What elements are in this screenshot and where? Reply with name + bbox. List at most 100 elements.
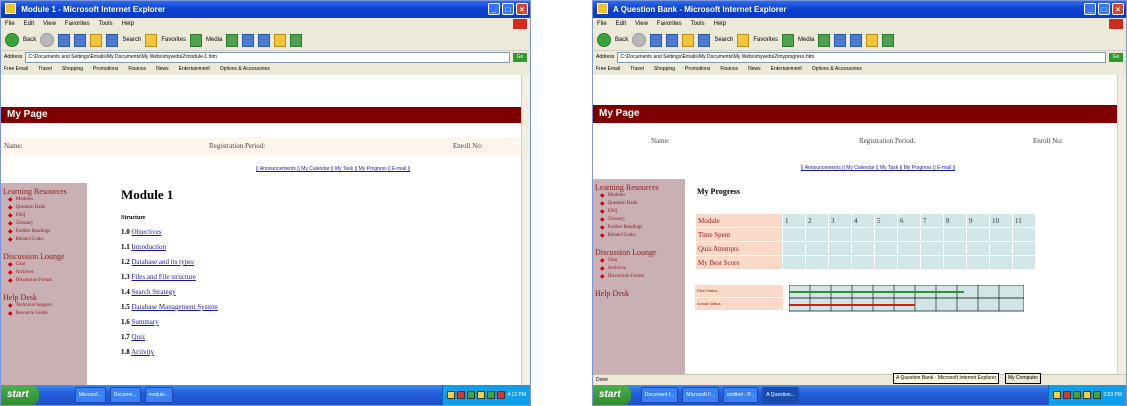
search-icon[interactable] <box>698 33 711 47</box>
item-link[interactable]: Database and its types <box>132 258 194 266</box>
menu-file[interactable]: File <box>597 18 607 30</box>
go-button[interactable]: Go <box>1109 52 1123 62</box>
menu-view[interactable]: View <box>635 18 648 30</box>
link-shopping[interactable]: Shopping <box>654 66 675 72</box>
item-link[interactable]: Database Management System <box>132 303 218 311</box>
menu-favorites[interactable]: Favorites <box>65 18 90 30</box>
sidebar-item-question-bank[interactable]: ◆ Question Bank <box>1 204 87 212</box>
item-link[interactable]: Introduction <box>132 243 167 251</box>
forward-arrow-icon[interactable] <box>40 33 55 47</box>
favorites-label[interactable]: Favorites <box>753 37 778 43</box>
media-label[interactable]: Media <box>206 37 222 43</box>
address-input[interactable]: C:\Documents and Settings\Emalis\My Docu… <box>25 51 510 63</box>
close-button[interactable]: × <box>516 3 528 15</box>
tray-icon[interactable] <box>1083 391 1092 399</box>
search-label[interactable]: Search <box>714 37 733 43</box>
tray-icon[interactable] <box>467 391 476 399</box>
sidebar-item-chat[interactable]: ◆ Chat <box>1 261 87 269</box>
sidebar-item-resource-guide[interactable]: ◆ Resource Guide <box>1 310 87 318</box>
favorites-star-icon[interactable] <box>145 33 158 47</box>
menu-view[interactable]: View <box>43 18 56 30</box>
folder-icon[interactable] <box>866 33 879 47</box>
media-icon[interactable] <box>190 33 203 47</box>
address-input[interactable]: C:\Documents and Settings\Emalis\My Docu… <box>617 51 1106 63</box>
item-link[interactable]: Files and File structure <box>132 273 196 281</box>
sidebar-item-related-links[interactable]: ◆ Related Links <box>593 232 685 240</box>
mail-icon[interactable] <box>834 33 847 47</box>
search-icon[interactable] <box>106 33 119 47</box>
back-label[interactable]: Back <box>615 37 628 43</box>
menu-help[interactable]: Help <box>122 18 134 30</box>
sidebar-item-further-readings[interactable]: ◆ Further Readings <box>1 228 87 236</box>
link-free-email[interactable]: Free Email <box>4 66 28 72</box>
favorites-label[interactable]: Favorites <box>161 37 186 43</box>
nav-links[interactable]: || Announcements || My Calendar || My Ta… <box>256 166 410 172</box>
tray-icon[interactable] <box>1053 391 1062 399</box>
sidebar-item-faq[interactable]: ◆ FAQ <box>1 212 87 220</box>
taskbar-button[interactable]: untitled - P... <box>722 387 759 403</box>
vertical-scrollbar[interactable] <box>1117 75 1126 375</box>
link-finance[interactable]: Finance <box>128 66 146 72</box>
taskbar-button[interactable]: Document f... <box>640 387 679 403</box>
tray-icon[interactable] <box>487 391 496 399</box>
sidebar-item-discussion-forum[interactable]: ◆ Discussion Forum <box>1 277 87 285</box>
taskbar-button[interactable]: Microsof... <box>74 387 106 403</box>
nav-links[interactable]: || Announcements || My Calendar || My Ta… <box>801 165 955 171</box>
tray-icon[interactable] <box>1073 391 1082 399</box>
print-icon[interactable] <box>258 33 271 47</box>
refresh-icon[interactable] <box>74 33 87 47</box>
sidebar-item-glossary[interactable]: ◆ Glossary <box>593 216 685 224</box>
maximize-button[interactable]: □ <box>502 3 514 15</box>
sidebar-item-discussion-forum[interactable]: ◆ Discussion Forum <box>593 273 685 281</box>
minimize-button[interactable]: _ <box>488 3 500 15</box>
sidebar-item-modules[interactable]: ◆ Modules <box>593 192 685 200</box>
link-entertainment[interactable]: Entertainment <box>771 66 802 72</box>
print-icon[interactable] <box>850 33 863 47</box>
menu-edit[interactable]: Edit <box>616 18 626 30</box>
sidebar-item-archives[interactable]: ◆ Archives <box>593 265 685 273</box>
sidebar-item-related-links[interactable]: ◆ Related Links <box>1 236 87 244</box>
link-finance[interactable]: Finance <box>720 66 738 72</box>
sidebar-item-glossary[interactable]: ◆ Glossary <box>1 220 87 228</box>
link-options[interactable]: Options & Accessories <box>812 66 862 72</box>
taskbar-button[interactable]: module... <box>144 387 174 403</box>
link-entertainment[interactable]: Entertainment <box>179 66 210 72</box>
link-promotions[interactable]: Promotions <box>685 66 710 72</box>
menu-edit[interactable]: Edit <box>24 18 34 30</box>
sidebar-item-modules[interactable]: ◆ Modules <box>1 196 87 204</box>
item-link[interactable]: Activity <box>131 348 154 356</box>
taskbar-button[interactable]: Docume... <box>109 387 141 403</box>
item-link[interactable]: Search Strategy <box>132 288 176 296</box>
sidebar-item-archives[interactable]: ◆ Archives <box>1 269 87 277</box>
sidebar-item-further-readings[interactable]: ◆ Further Readings <box>593 224 685 232</box>
home-icon[interactable] <box>682 33 695 47</box>
link-travel[interactable]: Travel <box>630 66 644 72</box>
link-shopping[interactable]: Shopping <box>62 66 83 72</box>
messenger-icon[interactable] <box>882 33 895 47</box>
link-free-email[interactable]: Free Email <box>596 66 620 72</box>
item-link[interactable]: Quiz <box>132 333 146 341</box>
mail-icon[interactable] <box>242 33 255 47</box>
tray-icon[interactable] <box>1063 391 1072 399</box>
back-arrow-icon[interactable] <box>597 33 611 47</box>
sidebar-item-chat[interactable]: ◆ Chat <box>593 257 685 265</box>
taskbar-button-active[interactable]: A Question... <box>762 387 799 403</box>
close-button[interactable]: × <box>1112 3 1124 15</box>
link-travel[interactable]: Travel <box>38 66 52 72</box>
start-button[interactable]: start <box>593 385 631 405</box>
menu-tools[interactable]: Tools <box>691 18 705 30</box>
menu-file[interactable]: File <box>5 18 15 30</box>
start-button[interactable]: start <box>1 385 39 405</box>
taskbar-button[interactable]: Microsoft F... <box>682 387 719 403</box>
back-arrow-icon[interactable] <box>5 33 19 47</box>
history-icon[interactable] <box>818 33 831 47</box>
minimize-button[interactable]: _ <box>1084 3 1096 15</box>
link-options[interactable]: Options & Accessories <box>220 66 270 72</box>
menu-favorites[interactable]: Favorites <box>657 18 682 30</box>
refresh-icon[interactable] <box>666 33 679 47</box>
sidebar-item-question-bank[interactable]: ◆ Question Bank <box>593 200 685 208</box>
menu-help[interactable]: Help <box>714 18 726 30</box>
link-news[interactable]: News <box>156 66 169 72</box>
tray-icon[interactable] <box>457 391 466 399</box>
item-link[interactable]: Summary <box>132 318 159 326</box>
